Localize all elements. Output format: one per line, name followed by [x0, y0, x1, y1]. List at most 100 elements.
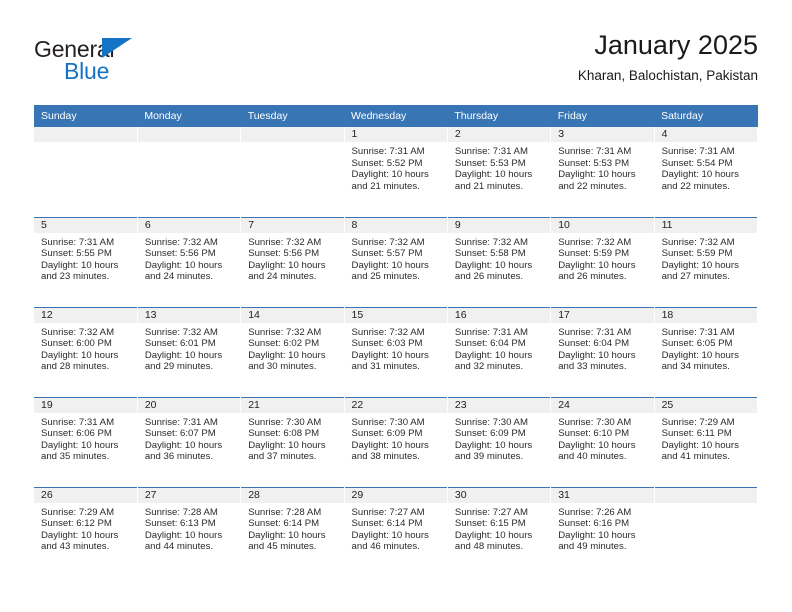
sunset-text: Sunset: 5:55 PM: [41, 248, 112, 260]
daylight-text-line1: Daylight: 10 hours: [41, 259, 119, 271]
sunset-text: Sunset: 6:14 PM: [248, 518, 320, 530]
calendar-day-cell[interactable]: 8 Sunrise: 7:32 AM Sunset: 5:57 PM Daylight…: [344, 216, 448, 307]
sunrise-text: Sunrise: 7:30 AM: [558, 416, 632, 428]
calendar-day-cell[interactable]: 29 Sunrise: 7:27 AM Sunset: 6:14 PM Dayligh…: [344, 486, 448, 577]
sunset-text: Sunset: 6:00 PM: [41, 338, 112, 350]
daylight-text-line1: Daylight: 10 hours: [558, 439, 636, 451]
sunset-text: Sunset: 6:09 PM: [351, 428, 423, 440]
calendar-day-cell[interactable]: 28 Sunrise: 7:28 AM Sunset: 6:14 PM Dayligh…: [240, 486, 345, 577]
calendar-day-cell[interactable]: 1 Sunrise: 7:31 AM Sunset: 5:52 PM Daylight…: [344, 127, 448, 217]
day-details: Sunrise: 7:32 AM Sunset: 6:03 PM Daylight:…: [345, 323, 447, 373]
daylight-text-line2: and 35 minutes.: [41, 451, 110, 463]
sunrise-text: Sunrise: 7:32 AM: [351, 326, 425, 338]
calendar-day-cell[interactable]: 17 Sunrise: 7:31 AM Sunset: 6:04 PM Dayligh…: [550, 306, 655, 397]
sunset-text: Sunset: 5:59 PM: [661, 248, 733, 260]
day-details: Sunrise: 7:32 AM Sunset: 6:01 PM Daylight:…: [138, 323, 240, 373]
day-details: Sunrise: 7:32 AM Sunset: 6:02 PM Daylight:…: [241, 323, 343, 373]
sunset-text: Sunset: 6:11 PM: [661, 428, 732, 440]
sunset-text: Sunset: 5:59 PM: [558, 248, 630, 260]
calendar-day-cell[interactable]: 2 Sunrise: 7:31 AM Sunset: 5:53 PM Daylight…: [447, 127, 552, 217]
calendar-day-cell[interactable]: 22 Sunrise: 7:30 AM Sunset: 6:09 PM Dayligh…: [344, 396, 448, 487]
daylight-text-line2: and 33 minutes.: [558, 361, 627, 373]
sunrise-text: Sunrise: 7:27 AM: [351, 506, 425, 518]
calendar-day-cell[interactable]: 7 Sunrise: 7:32 AM Sunset: 5:56 PM Daylight…: [240, 216, 345, 307]
calendar-day-cell[interactable]: 5 Sunrise: 7:31 AM Sunset: 5:55 PM Daylight…: [34, 216, 138, 307]
calendar-day-cell[interactable]: 26 Sunrise: 7:29 AM Sunset: 6:12 PM Dayligh…: [34, 486, 138, 577]
day-details: Sunrise: 7:32 AM Sunset: 5:56 PM Daylight:…: [241, 233, 343, 283]
day-details: Sunrise: 7:32 AM Sunset: 5:59 PM Daylight:…: [551, 233, 653, 283]
daylight-text-line2: and 45 minutes.: [248, 541, 317, 553]
day-details: Sunrise: 7:29 AM Sunset: 6:12 PM Daylight:…: [34, 503, 137, 553]
sunrise-text: Sunrise: 7:32 AM: [41, 326, 115, 338]
day-number: 29: [344, 487, 447, 503]
daylight-text-line1: Daylight: 10 hours: [41, 529, 119, 541]
sunrise-text: Sunrise: 7:31 AM: [454, 326, 528, 338]
calendar-day-cell[interactable]: 12 Sunrise: 7:32 AM Sunset: 6:00 PM Dayligh…: [34, 306, 138, 397]
calendar-day-cell[interactable]: 31 Sunrise: 7:26 AM Sunset: 6:16 PM Dayligh…: [550, 486, 655, 577]
calendar-day-cell[interactable]: 14 Sunrise: 7:32 AM Sunset: 6:02 PM Dayligh…: [240, 306, 345, 397]
sunset-text: Sunset: 5:53 PM: [558, 157, 630, 169]
calendar-day-cell[interactable]: 15 Sunrise: 7:32 AM Sunset: 6:03 PM Dayligh…: [344, 306, 448, 397]
calendar-day-cell[interactable]: 20 Sunrise: 7:31 AM Sunset: 6:07 PM Dayligh…: [137, 396, 242, 487]
day-details: Sunrise: 7:31 AM Sunset: 5:53 PM Daylight:…: [551, 142, 653, 192]
day-number: 6: [137, 217, 241, 233]
day-number: 4: [654, 127, 757, 142]
day-details: Sunrise: 7:29 AM Sunset: 6:11 PM Daylight:…: [655, 413, 757, 463]
calendar-day-cell[interactable]: 25 Sunrise: 7:29 AM Sunset: 6:11 PM Dayligh…: [654, 396, 759, 487]
calendar-day-cell[interactable]: 27 Sunrise: 7:28 AM Sunset: 6:13 PM Dayligh…: [137, 486, 242, 577]
calendar-day-cell[interactable]: 10 Sunrise: 7:32 AM Sunset: 5:59 PM Dayligh…: [550, 216, 655, 307]
calendar-day-cell[interactable]: 24 Sunrise: 7:30 AM Sunset: 6:10 PM Dayligh…: [550, 396, 655, 487]
day-details: Sunrise: 7:31 AM Sunset: 6:04 PM Daylight:…: [448, 323, 550, 373]
daylight-text-line1: Daylight: 10 hours: [454, 349, 533, 361]
page-title: January 2025: [594, 30, 758, 60]
daylight-text-line1: Daylight: 10 hours: [351, 349, 429, 361]
calendar-day-cell[interactable]: 9 Sunrise: 7:32 AM Sunset: 5:58 PM Daylight…: [447, 216, 552, 307]
sunset-text: Sunset: 6:04 PM: [558, 338, 630, 350]
day-details: Sunrise: 7:31 AM Sunset: 5:52 PM Daylight:…: [345, 142, 447, 192]
day-details: Sunrise: 7:31 AM Sunset: 6:06 PM Daylight:…: [34, 413, 137, 463]
calendar-day-cell[interactable]: 13 Sunrise: 7:32 AM Sunset: 6:01 PM Dayligh…: [137, 306, 242, 397]
day-number: 28: [241, 487, 344, 503]
daylight-text-line2: and 24 minutes.: [144, 271, 214, 283]
daylight-text-line1: Daylight: 10 hours: [558, 529, 636, 541]
calendar-day-cell[interactable]: 23 Sunrise: 7:30 AM Sunset: 6:09 PM Dayligh…: [447, 396, 552, 487]
daylight-text-line1: Daylight: 10 hours: [248, 529, 326, 541]
sunrise-text: Sunrise: 7:32 AM: [248, 236, 322, 248]
weekday-header-monday: Monday: [137, 105, 241, 127]
calendar-day-cell[interactable]: 16 Sunrise: 7:31 AM Sunset: 6:04 PM Dayligh…: [447, 306, 552, 397]
sunset-text: Sunset: 6:06 PM: [41, 428, 112, 440]
calendar-day-cell[interactable]: 6 Sunrise: 7:32 AM Sunset: 5:56 PM Daylight…: [137, 216, 242, 307]
day-details: Sunrise: 7:31 AM Sunset: 6:05 PM Daylight:…: [655, 323, 757, 373]
sunrise-text: Sunrise: 7:32 AM: [144, 236, 218, 248]
daylight-text-line2: and 21 minutes.: [454, 180, 524, 192]
calendar-day-cell[interactable]: 3 Sunrise: 7:31 AM Sunset: 5:53 PM Daylight…: [550, 127, 655, 217]
calendar-cell-empty: [137, 127, 242, 217]
day-details: Sunrise: 7:28 AM Sunset: 6:14 PM Daylight:…: [241, 503, 343, 553]
calendar-day-cell[interactable]: 11 Sunrise: 7:32 AM Sunset: 5:59 PM Dayligh…: [654, 216, 759, 307]
day-number: 18: [654, 307, 757, 323]
daylight-text-line2: and 29 minutes.: [144, 361, 214, 373]
calendar-day-cell[interactable]: 21 Sunrise: 7:30 AM Sunset: 6:08 PM Dayligh…: [240, 396, 345, 487]
generalblue-logo[interactable]: General Blue: [34, 36, 224, 90]
day-details: Sunrise: 7:31 AM Sunset: 5:54 PM Daylight:…: [655, 142, 757, 192]
daylight-text-line1: Daylight: 10 hours: [351, 439, 429, 451]
daylight-text-line1: Daylight: 10 hours: [454, 439, 533, 451]
sunset-text: Sunset: 5:53 PM: [454, 157, 526, 169]
daylight-text-line1: Daylight: 10 hours: [661, 169, 739, 181]
sunrise-text: Sunrise: 7:29 AM: [41, 506, 115, 518]
calendar-day-cell[interactable]: 18 Sunrise: 7:31 AM Sunset: 6:05 PM Dayligh…: [654, 306, 759, 397]
daylight-text-line2: and 32 minutes.: [454, 361, 524, 373]
sunrise-text: Sunrise: 7:32 AM: [454, 236, 528, 248]
daylight-text-line2: and 49 minutes.: [558, 541, 627, 553]
daylight-text-line2: and 41 minutes.: [661, 451, 730, 463]
sunset-text: Sunset: 5:58 PM: [454, 248, 526, 260]
daylight-text-line1: Daylight: 10 hours: [41, 349, 119, 361]
daylight-text-line1: Daylight: 10 hours: [351, 529, 429, 541]
calendar-day-cell[interactable]: 30 Sunrise: 7:27 AM Sunset: 6:15 PM Dayligh…: [447, 486, 552, 577]
day-details: Sunrise: 7:30 AM Sunset: 6:08 PM Daylight:…: [241, 413, 343, 463]
sunset-text: Sunset: 5:56 PM: [144, 248, 216, 260]
calendar-day-cell[interactable]: 4 Sunrise: 7:31 AM Sunset: 5:54 PM Daylight…: [654, 127, 759, 217]
calendar-day-cell[interactable]: 19 Sunrise: 7:31 AM Sunset: 6:06 PM Dayligh…: [34, 396, 138, 487]
daylight-text-line1: Daylight: 10 hours: [558, 169, 636, 181]
sunrise-text: Sunrise: 7:27 AM: [454, 506, 528, 518]
